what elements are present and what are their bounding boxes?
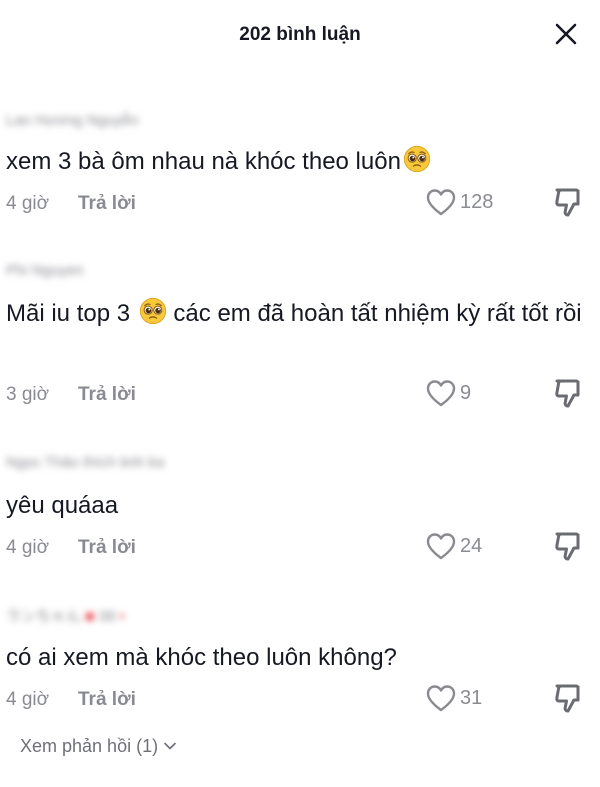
comment-username[interactable]: Phi Nguyen xyxy=(6,262,84,279)
view-replies-label: Xem phản hồi (1) xyxy=(20,736,159,756)
like-button[interactable]: 9 xyxy=(425,378,471,408)
chevron-down-icon xyxy=(164,742,176,750)
reply-button[interactable]: Trả lời xyxy=(78,537,136,559)
thumbs-down-icon xyxy=(551,681,585,715)
dislike-button[interactable] xyxy=(551,185,585,219)
comment-text-before: Mãi iu top 3 xyxy=(6,300,131,327)
close-icon xyxy=(555,23,577,45)
dislike-button[interactable] xyxy=(551,681,585,715)
like-count: 31 xyxy=(460,686,483,709)
reply-button[interactable]: Trả lời xyxy=(78,384,136,406)
close-button[interactable] xyxy=(552,20,580,48)
like-button[interactable]: 31 xyxy=(425,683,482,713)
comment-username[interactable]: ランちゃん ■ 38 • xyxy=(6,605,125,626)
heart-outline-icon xyxy=(425,378,457,408)
like-count: 9 xyxy=(460,381,472,404)
comment-username[interactable]: Lan Hương Nguyễn xyxy=(6,112,138,129)
comment-time: 4 giờ xyxy=(6,537,50,558)
comment-username-extra: 38 xyxy=(98,608,116,625)
comment-text: xem 3 bà ôm nhau nà khóc theo luôn xyxy=(6,142,586,182)
comment-count-title: 202 bình luận xyxy=(239,24,361,45)
like-button[interactable]: 128 xyxy=(425,187,493,217)
heart-outline-icon xyxy=(425,531,457,561)
comment-text-content: yêu quáaa xyxy=(6,492,119,519)
comment-text-after: các em đã hoàn tất nhiệm kỳ rất tốt rồi xyxy=(173,300,582,327)
comment-time: 4 giờ xyxy=(6,689,50,710)
like-count: 24 xyxy=(460,534,483,557)
like-button[interactable]: 24 xyxy=(425,531,482,561)
comment-text: yêu quáaa xyxy=(6,486,586,526)
reply-button[interactable]: Trả lời xyxy=(78,689,136,711)
thumbs-down-icon xyxy=(551,376,585,410)
like-count: 128 xyxy=(460,190,494,213)
comment-text-content: có ai xem mà khóc theo luôn không? xyxy=(6,644,397,671)
comment-time: 4 giờ xyxy=(6,193,50,214)
pleading-face-emoji xyxy=(403,145,431,173)
comment-text-content: xem 3 bà ôm nhau nà khóc theo luôn xyxy=(6,148,401,175)
reply-button[interactable]: Trả lời xyxy=(78,193,136,215)
comment-username[interactable]: Ngọc Thảo thích tinh ka xyxy=(6,454,164,471)
heart-outline-icon xyxy=(425,683,457,713)
dislike-button[interactable] xyxy=(551,376,585,410)
username-badge: ■ xyxy=(85,608,95,625)
comment-time: 3 giờ xyxy=(6,384,50,405)
comments-header: 202 bình luận xyxy=(0,0,600,72)
thumbs-down-icon xyxy=(551,185,585,219)
pleading-face-emoji xyxy=(139,297,167,325)
heart-outline-icon xyxy=(425,187,457,217)
username-dot: • xyxy=(119,608,125,625)
comment-text: Mãi iu top 3 các em đã hoàn tất nhiệm kỳ… xyxy=(6,294,586,334)
dislike-button[interactable] xyxy=(551,529,585,563)
comment-username-text: ランちゃん xyxy=(6,608,82,625)
thumbs-down-icon xyxy=(551,529,585,563)
view-replies-button[interactable]: Xem phản hồi (1) xyxy=(20,736,176,757)
comment-text: có ai xem mà khóc theo luôn không? xyxy=(6,638,586,678)
